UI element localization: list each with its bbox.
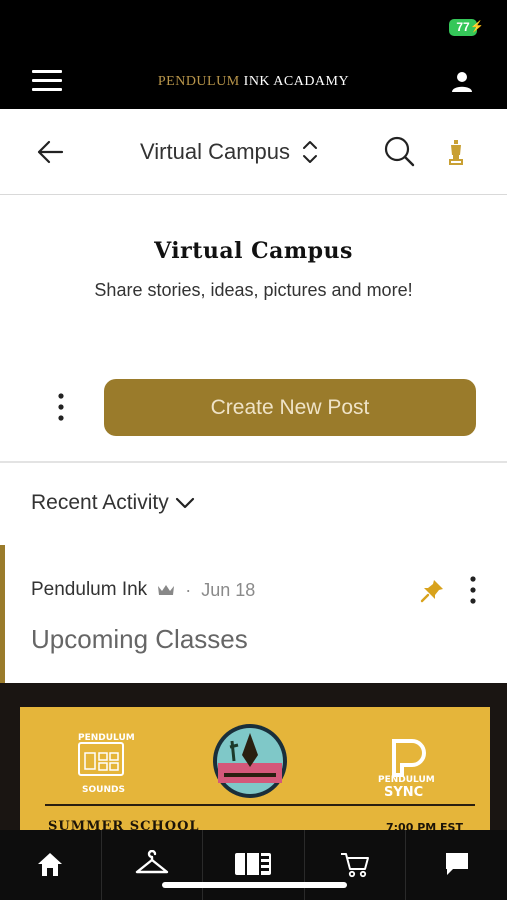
app-header: PENDULUM INK ACADAMY — [0, 55, 507, 109]
chevron-down-icon — [175, 497, 194, 509]
create-new-post-button[interactable]: Create New Post — [104, 379, 476, 436]
post-image[interactable]: PENDULUM SOUNDS PENDULUM SYNC SUMMER SCH… — [0, 683, 507, 833]
post-author[interactable]: Pendulum Ink — [31, 579, 147, 601]
nav-tab-videos[interactable] — [203, 830, 305, 900]
nav-tab-home[interactable] — [0, 830, 102, 900]
nav-tab-cart[interactable] — [305, 830, 407, 900]
search-icon[interactable] — [383, 135, 415, 167]
trophy-icon[interactable] — [445, 139, 467, 167]
pin-icon — [420, 580, 443, 603]
charging-icon: ⚡ — [470, 21, 484, 33]
status-bar: 77 ⚡ — [0, 0, 507, 55]
post-more-options-icon[interactable] — [464, 574, 482, 606]
recent-activity-filter[interactable]: Recent Activity — [31, 491, 195, 515]
battery-level: 77 — [456, 20, 470, 34]
post-meta: Pendulum Ink · Jun 18 — [31, 578, 255, 602]
left-logo-top-text: PENDULUM — [78, 733, 135, 743]
divider — [0, 461, 507, 463]
group-header: Virtual Campus — [0, 109, 507, 195]
home-icon — [38, 853, 63, 876]
pinned-post-accent — [0, 545, 5, 683]
group-selector[interactable]: Virtual Campus — [140, 137, 318, 167]
crown-icon — [158, 585, 175, 595]
group-selector-label: Virtual Campus — [140, 139, 290, 164]
cart-icon — [341, 853, 370, 878]
post-date: Jun 18 — [201, 579, 256, 600]
page-title: Virtual Campus — [154, 238, 353, 264]
hanger-icon — [135, 850, 169, 874]
recent-activity-label: Recent Activity — [31, 491, 169, 514]
user-account-icon[interactable] — [451, 71, 473, 93]
home-indicator[interactable] — [162, 882, 347, 888]
more-options-icon[interactable] — [52, 392, 70, 422]
updown-chevron-icon — [303, 141, 317, 163]
nav-tab-shop-apparel[interactable] — [102, 830, 204, 900]
post-separator: · — [185, 579, 192, 600]
brand-title: PENDULUM INK ACADAMY — [0, 74, 507, 90]
right-logo-bottom-text: SYNC — [384, 785, 424, 800]
poster-divider — [45, 804, 475, 806]
bottom-navigation — [0, 830, 507, 900]
post-title[interactable]: Upcoming Classes — [31, 624, 248, 655]
pendulum-ink-emblem — [213, 724, 287, 798]
chat-icon — [445, 853, 468, 875]
back-arrow-icon[interactable] — [36, 139, 64, 165]
right-logo-top-text: PENDULUM — [378, 775, 435, 785]
battery-indicator: 77 ⚡ — [449, 19, 484, 36]
brand-part-2: INK ACADAMY — [239, 74, 350, 89]
left-logo-bottom-text: SOUNDS — [82, 785, 125, 795]
poster-graphic: PENDULUM SOUNDS PENDULUM SYNC SUMMER SCH… — [20, 707, 490, 833]
page-subtitle: Share stories, ideas, pictures and more! — [94, 280, 413, 300]
nav-tab-messages[interactable] — [406, 830, 507, 900]
film-icon — [235, 853, 272, 875]
brand-part-1: PENDULUM — [157, 74, 240, 89]
